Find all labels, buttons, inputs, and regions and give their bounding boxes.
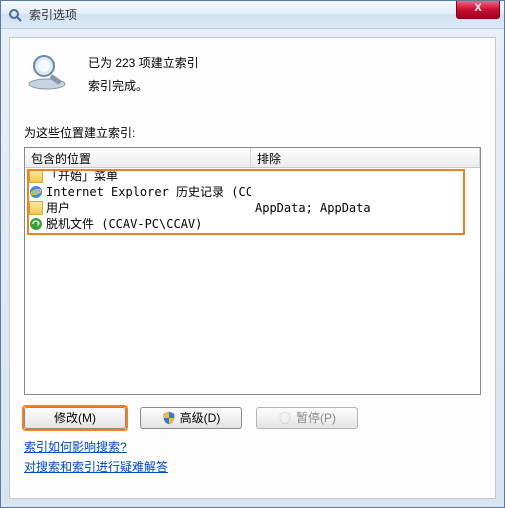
advanced-button-label: 高级(D) [180,409,221,426]
list-item[interactable]: 脱机文件 (CCAV-PC\CCAV) [25,216,480,232]
folder-icon [29,169,43,183]
pause-button-label: 暂停(P) [296,409,336,426]
list-item[interactable]: 「开始」菜单 [25,168,480,184]
uac-shield-icon [162,411,176,425]
uac-shield-icon [278,411,292,425]
troubleshoot-link[interactable]: 对搜索和索引进行疑难解答 [24,460,168,474]
column-include[interactable]: 包含的位置 [25,148,251,167]
column-exclude[interactable]: 排除 [251,148,480,167]
row-name: 用户 [46,199,70,216]
row-name: 「开始」菜单 [46,167,118,184]
status-area: 已为 223 项建立索引 索引完成。 [24,50,481,98]
listview-header: 包含的位置 排除 [25,148,480,168]
row-exclude: AppData; AppData [251,201,480,215]
modify-button[interactable]: 修改(M) [24,407,126,429]
pause-button: 暂停(P) [256,407,358,429]
folder-icon [29,201,43,215]
row-name: 脱机文件 (CCAV-PC\CCAV) [46,215,202,232]
help-link[interactable]: 索引如何影响搜索? [24,440,127,454]
magnifier-icon [24,50,70,90]
row-name: Internet Explorer 历史记录 (CCA... [46,183,251,200]
locations-label: 为这些位置建立索引: [24,124,481,141]
titlebar: 索引选项 X [1,1,504,29]
list-item[interactable]: 用户 AppData; AppData [25,200,480,216]
indexed-count-text: 已为 223 项建立索引 [88,52,199,75]
app-icon [7,7,23,23]
listview-body: 「开始」菜单 Internet Explorer 历史记录 (CCA... 用户… [25,168,480,394]
window-title: 索引选项 [29,6,77,23]
dialog-content: 已为 223 项建立索引 索引完成。 为这些位置建立索引: 包含的位置 排除 「… [9,37,496,499]
index-complete-text: 索引完成。 [88,75,199,98]
close-button[interactable]: X [456,1,500,19]
ie-icon [29,185,43,199]
status-text: 已为 223 项建立索引 索引完成。 [88,50,199,98]
sync-icon [29,217,43,231]
list-item[interactable]: Internet Explorer 历史记录 (CCA... [25,184,480,200]
dialog-window: 索引选项 X 已为 223 项建立索引 索引完成。 为这些位置建立索引: 包含的… [0,0,505,508]
button-row: 修改(M) 高级(D) 暂停(P) [24,407,481,429]
modify-button-label: 修改(M) [54,409,96,426]
locations-listview[interactable]: 包含的位置 排除 「开始」菜单 Internet Explorer 历史记录 (… [24,147,481,395]
help-links: 索引如何影响搜索? 对搜索和索引进行疑难解答 [24,437,481,478]
advanced-button[interactable]: 高级(D) [140,407,242,429]
